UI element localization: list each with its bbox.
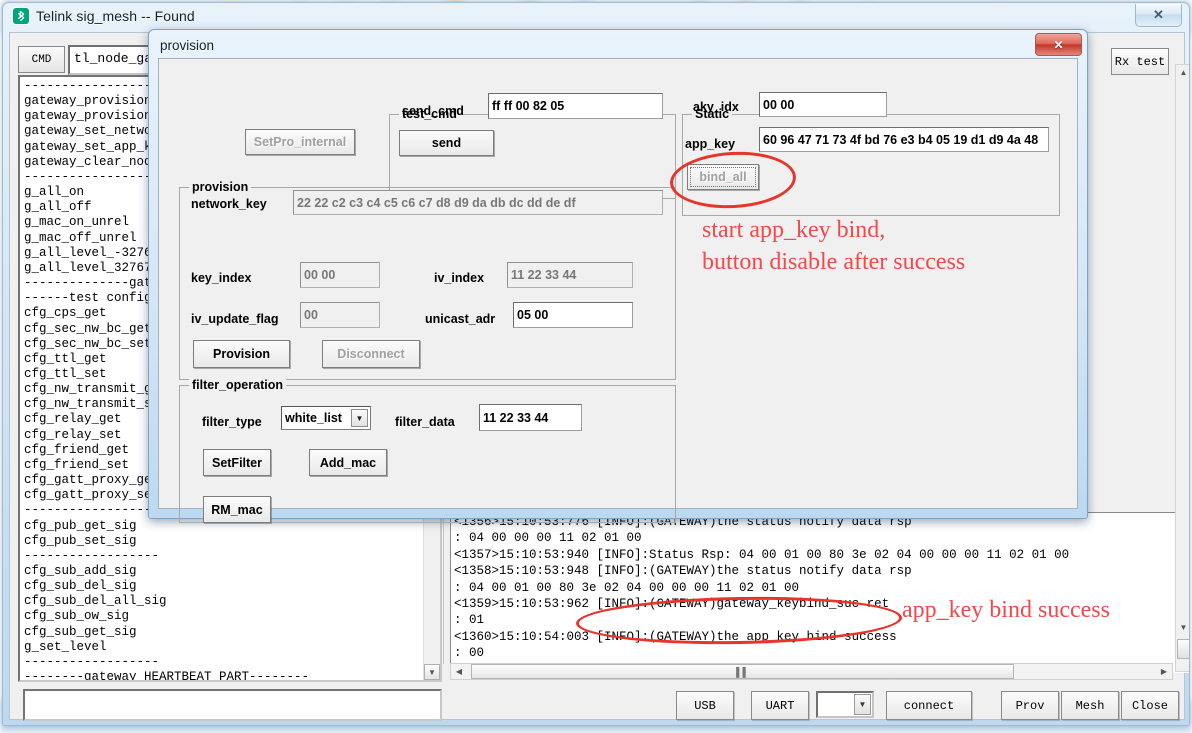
- app-key-input[interactable]: 60 96 47 71 73 4f bd 76 e3 b4 05 19 d1 d…: [759, 127, 1049, 152]
- close-button[interactable]: Close: [1121, 691, 1179, 720]
- log-annotation-text: app_key bind success: [902, 597, 1110, 623]
- app-key-label: app_key: [685, 137, 736, 151]
- rm-mac-button[interactable]: RM_mac: [203, 496, 271, 523]
- provision-group-title: provision: [189, 180, 252, 194]
- iv-update-flag-input[interactable]: 00: [300, 302, 380, 328]
- iv-index-input[interactable]: 11 22 33 44: [507, 262, 633, 288]
- filter-operation-group-title: filter_operation: [189, 378, 286, 392]
- aky-idx-label: aky_idx: [693, 100, 739, 114]
- usb-button[interactable]: USB: [676, 691, 734, 720]
- port-combo[interactable]: ▼: [816, 691, 874, 718]
- connect-button[interactable]: connect: [886, 691, 972, 720]
- chevron-down-icon[interactable]: ▼: [854, 694, 871, 715]
- bind-all-annotation-text: start app_key bind, button disable after…: [702, 217, 966, 275]
- unicast-adr-input[interactable]: 05 00: [513, 302, 633, 328]
- uart-button[interactable]: UART: [751, 691, 809, 720]
- key-index-input[interactable]: 00 00: [300, 262, 380, 288]
- iv-index-label: iv_index: [434, 271, 485, 285]
- add-mac-button[interactable]: Add_mac: [309, 449, 387, 476]
- aky-idx-input[interactable]: 00 00: [759, 92, 887, 117]
- filter-data-label: filter_data: [395, 415, 455, 429]
- key-index-label: key_index: [191, 271, 252, 285]
- provision-button[interactable]: Provision: [193, 340, 290, 368]
- filter-data-input[interactable]: 11 22 33 44: [479, 404, 582, 431]
- disconnect-button[interactable]: Disconnect: [322, 340, 420, 368]
- filter-type-value: white_list: [285, 411, 342, 425]
- chevron-down-icon[interactable]: ▼: [351, 409, 368, 427]
- prov-button[interactable]: Prov: [1001, 691, 1059, 720]
- setpro-internal-button[interactable]: SetPro_internal: [245, 129, 355, 155]
- filter-type-combo[interactable]: white_list ▼: [281, 406, 371, 430]
- send-button[interactable]: send: [399, 130, 494, 156]
- iv-update-flag-label: iv_update_flag: [191, 312, 279, 326]
- send-cmd-input[interactable]: ff ff 00 82 05: [488, 93, 663, 119]
- dialog-close-button[interactable]: ✕: [1035, 33, 1082, 56]
- set-filter-button[interactable]: SetFilter: [203, 449, 271, 476]
- mesh-button[interactable]: Mesh: [1061, 691, 1119, 720]
- dialog-title: provision: [160, 38, 215, 53]
- filter-type-label: filter_type: [202, 415, 262, 429]
- network-key-label: network_key: [191, 197, 267, 211]
- dialog-client-area: SetPro_internal test_cmd send_cmd ff ff …: [158, 58, 1078, 523]
- unicast-adr-label: unicast_adr: [425, 312, 496, 326]
- send-cmd-label: send_cmd: [402, 104, 464, 118]
- screen: Telink sig_mesh -- Found ✕ CMD tl_node_g…: [0, 0, 1192, 733]
- network-key-input[interactable]: 22 22 c2 c3 c4 c5 c6 c7 d8 d9 da db dc d…: [293, 190, 663, 215]
